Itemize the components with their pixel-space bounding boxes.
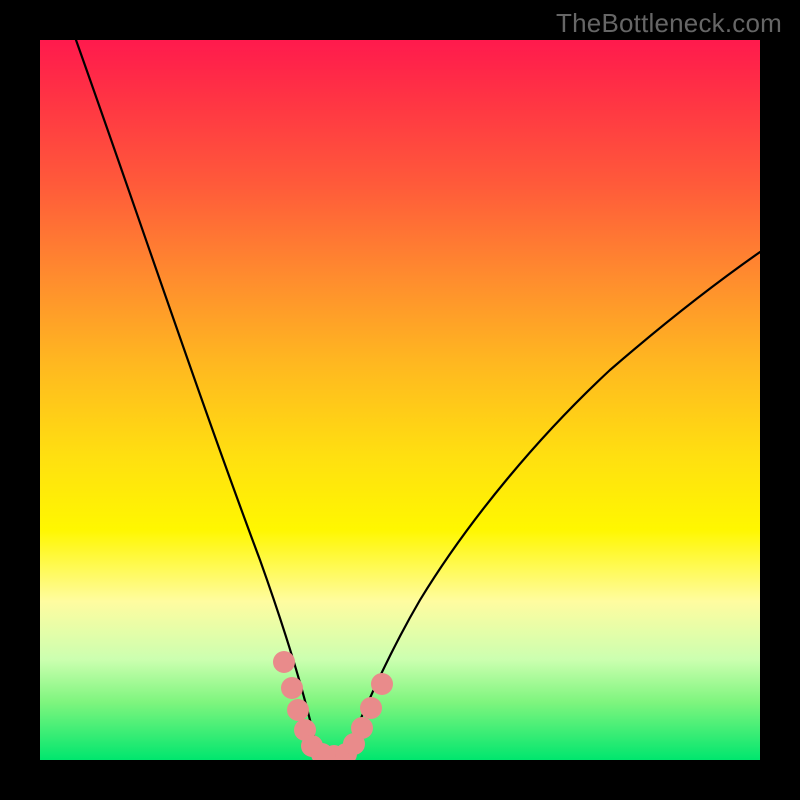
plot-area (40, 40, 760, 760)
marker-dot (273, 651, 295, 673)
chart-frame: TheBottleneck.com (0, 0, 800, 800)
chart-svg (40, 40, 760, 760)
marker-dot (360, 697, 382, 719)
marker-dot (281, 677, 303, 699)
marker-dot (351, 717, 373, 739)
marker-dot (371, 673, 393, 695)
right-curve (344, 252, 760, 758)
marker-dot (287, 699, 309, 721)
highlight-markers (273, 651, 393, 760)
watermark-text: TheBottleneck.com (556, 8, 782, 39)
